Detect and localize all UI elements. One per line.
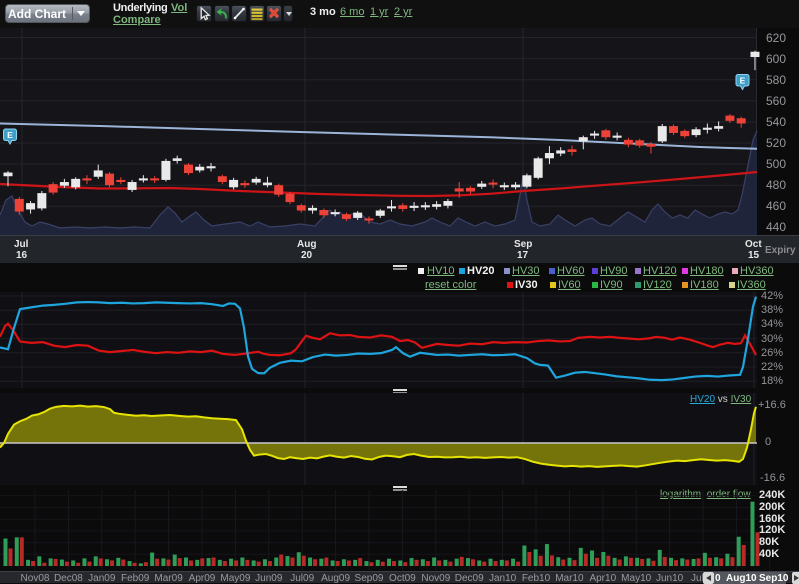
svg-text:E: E	[740, 76, 746, 86]
svg-text:E: E	[7, 130, 13, 140]
